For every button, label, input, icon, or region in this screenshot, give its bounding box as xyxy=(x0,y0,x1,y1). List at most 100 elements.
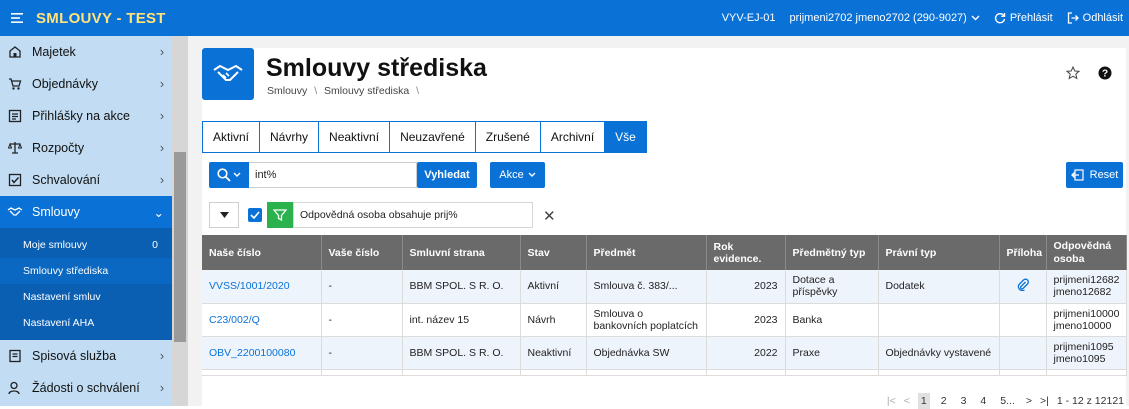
table-cell xyxy=(878,303,1000,337)
pagination: |< < 1 2 3 4 5... > >| 1 - 12 z 12121 xyxy=(887,393,1124,409)
next-page-icon[interactable]: > xyxy=(1026,395,1032,407)
refresh-icon xyxy=(994,13,1006,24)
column-header[interactable]: Odpovědná osoba xyxy=(1046,235,1127,270)
table-cell xyxy=(1046,369,1127,376)
collapse-filters-button[interactable] xyxy=(209,202,239,228)
column-header[interactable]: Rok evidence. xyxy=(706,235,786,270)
tab-neuzavrene[interactable]: Neuzavřené xyxy=(389,121,476,153)
table-cell: 2023 xyxy=(706,270,786,304)
table-row xyxy=(202,369,1127,376)
first-page-icon[interactable]: |< xyxy=(887,395,896,407)
sidebar: Majetek › Objednávky › Přihlášky na akce… xyxy=(0,36,188,406)
search-button[interactable]: Vyhledat xyxy=(417,162,477,188)
column-header[interactable]: Smluvní strana xyxy=(402,235,521,270)
handshake-hero-icon xyxy=(202,48,254,100)
user-menu[interactable]: prijmeni2702 jmeno2702 (290-9027) xyxy=(790,12,980,24)
table-cell: Dodatek xyxy=(878,270,1000,304)
page-number[interactable]: 2 xyxy=(938,393,950,409)
table-cell[interactable]: OBV_2200100080 xyxy=(202,336,322,370)
sidebar-item-label: Rozpočty xyxy=(32,141,85,155)
filter-description[interactable]: Odpovědná osoba obsahuje prij% xyxy=(293,202,533,228)
active-filter-row: Odpovědná osoba obsahuje prij% ✕ xyxy=(209,202,609,228)
sidebar-item-spisova-sluzba[interactable]: Spisová služba › xyxy=(0,340,172,372)
subitem-label: Nastavení AHA xyxy=(23,317,95,329)
sidebar-item-label: Majetek xyxy=(32,45,76,59)
sidebar-item-label: Spisová služba xyxy=(32,349,117,363)
page-number[interactable]: 3 xyxy=(958,393,970,409)
filter-enabled-checkbox[interactable] xyxy=(248,208,262,222)
sidebar-item-prihlasky[interactable]: Přihlášky na akce › xyxy=(0,100,172,132)
tab-neaktivni[interactable]: Neaktivní xyxy=(318,121,391,153)
sidebar-item-smlouvy[interactable]: Smlouvy ⌄ xyxy=(0,196,172,228)
tab-zrusene[interactable]: Zrušené xyxy=(474,121,541,153)
page-number[interactable]: 1 xyxy=(917,393,930,409)
sidebar-item-majetek[interactable]: Majetek › xyxy=(0,36,172,68)
pagination-summary: 1 - 12 z 12121 xyxy=(1056,395,1124,407)
subitem-smlouvy-strediska[interactable]: Smlouvy střediska xyxy=(0,258,172,284)
column-header[interactable]: Naše číslo xyxy=(202,235,322,270)
column-header[interactable]: Stav xyxy=(520,235,587,270)
contract-number-link[interactable]: OBV_2200100080 xyxy=(209,347,295,359)
subitem-label: Smlouvy střediska xyxy=(23,265,109,277)
tab-archivni[interactable]: Archivní xyxy=(539,121,606,153)
sidebar-item-objednavky[interactable]: Objednávky › xyxy=(0,68,172,100)
sidebar-scrollbar[interactable] xyxy=(172,36,188,406)
table-cell: prijmeni1095 jmeno1095 xyxy=(1046,336,1127,370)
switch-user-button[interactable]: Přehlásit xyxy=(994,12,1053,24)
tab-navrhy[interactable]: Návrhy xyxy=(259,121,320,153)
actions-button[interactable]: Akce xyxy=(490,162,545,188)
prev-page-icon[interactable]: < xyxy=(904,395,910,407)
report-toolbar: Vyhledat Akce Reset xyxy=(209,162,1124,190)
column-header[interactable]: Právní typ xyxy=(878,235,1000,270)
breadcrumb-separator: \ xyxy=(314,85,318,97)
table-cell[interactable]: VVSS/1001/2020 xyxy=(202,270,322,304)
chevron-down-icon xyxy=(971,15,980,21)
page-number[interactable]: 5... xyxy=(997,393,1018,409)
table-cell: Neaktivní xyxy=(520,336,587,370)
sidebar-item-label: Přihlášky na akce xyxy=(32,109,130,123)
environment-label: VYV-EJ-01 xyxy=(721,12,776,24)
sidebar-item-label: Schvalování xyxy=(32,173,101,187)
sidebar-item-rozpocty[interactable]: Rozpočty › xyxy=(0,132,172,164)
scrollbar-thumb[interactable] xyxy=(174,152,186,342)
remove-filter-icon[interactable]: ✕ xyxy=(543,207,556,225)
search-column-button[interactable] xyxy=(209,162,249,188)
subitem-nastaveni-smluv[interactable]: Nastavení smluv xyxy=(0,284,172,310)
last-page-icon[interactable]: >| xyxy=(1040,395,1049,407)
table-cell: int. název 15 xyxy=(402,303,521,337)
table-cell: Smlouva č. 383/... xyxy=(586,270,707,304)
status-tabs: Aktivní Návrhy Neaktivní Neuzavřené Zruš… xyxy=(202,121,647,153)
star-icon[interactable] xyxy=(1066,66,1080,80)
reset-button[interactable]: Reset xyxy=(1066,162,1123,188)
search-input[interactable] xyxy=(249,162,417,188)
page-number[interactable]: 4 xyxy=(977,393,989,409)
table-header-row: Naše číslo Vaše číslo Smluvní strana Sta… xyxy=(202,235,1127,270)
tab-vse[interactable]: Vše xyxy=(604,121,647,153)
chevron-right-icon: › xyxy=(159,141,164,155)
sidebar-item-schvalovani[interactable]: Schvalování › xyxy=(0,164,172,196)
subitem-label: Moje smlouvy xyxy=(23,239,88,251)
column-header[interactable]: Předmětný typ xyxy=(785,235,879,270)
handshake-icon xyxy=(6,206,24,218)
contract-number-link[interactable]: VVSS/1001/2020 xyxy=(209,280,290,292)
logout-button[interactable]: Odhlásit xyxy=(1067,12,1123,24)
table-cell xyxy=(402,369,521,376)
column-header[interactable]: Příloha xyxy=(999,235,1047,270)
column-header[interactable]: Předmět xyxy=(586,235,707,270)
contract-number-link[interactable]: C23/002/Q xyxy=(209,314,260,326)
breadcrumb-link[interactable]: Smlouvy xyxy=(267,85,307,97)
hamburger-menu-icon[interactable] xyxy=(0,0,36,36)
paperclip-icon[interactable] xyxy=(1017,278,1029,292)
table-cell: Praxe xyxy=(785,336,879,370)
column-header[interactable]: Vaše číslo xyxy=(321,235,403,270)
table-cell: - xyxy=(321,270,403,304)
table-cell: 2022 xyxy=(706,336,786,370)
subitem-moje-smlouvy[interactable]: Moje smlouvy 0 xyxy=(0,228,172,258)
table-cell[interactable]: C23/002/Q xyxy=(202,303,322,337)
sidebar-item-zadosti[interactable]: Žádosti o schválení › xyxy=(0,372,172,404)
chevron-right-icon: › xyxy=(159,173,164,187)
help-icon[interactable]: ? xyxy=(1098,66,1112,80)
tab-aktivni[interactable]: Aktivní xyxy=(202,121,261,153)
subitem-nastaveni-aha[interactable]: Nastavení AHA xyxy=(0,310,172,340)
logout-label: Odhlásit xyxy=(1082,12,1123,24)
